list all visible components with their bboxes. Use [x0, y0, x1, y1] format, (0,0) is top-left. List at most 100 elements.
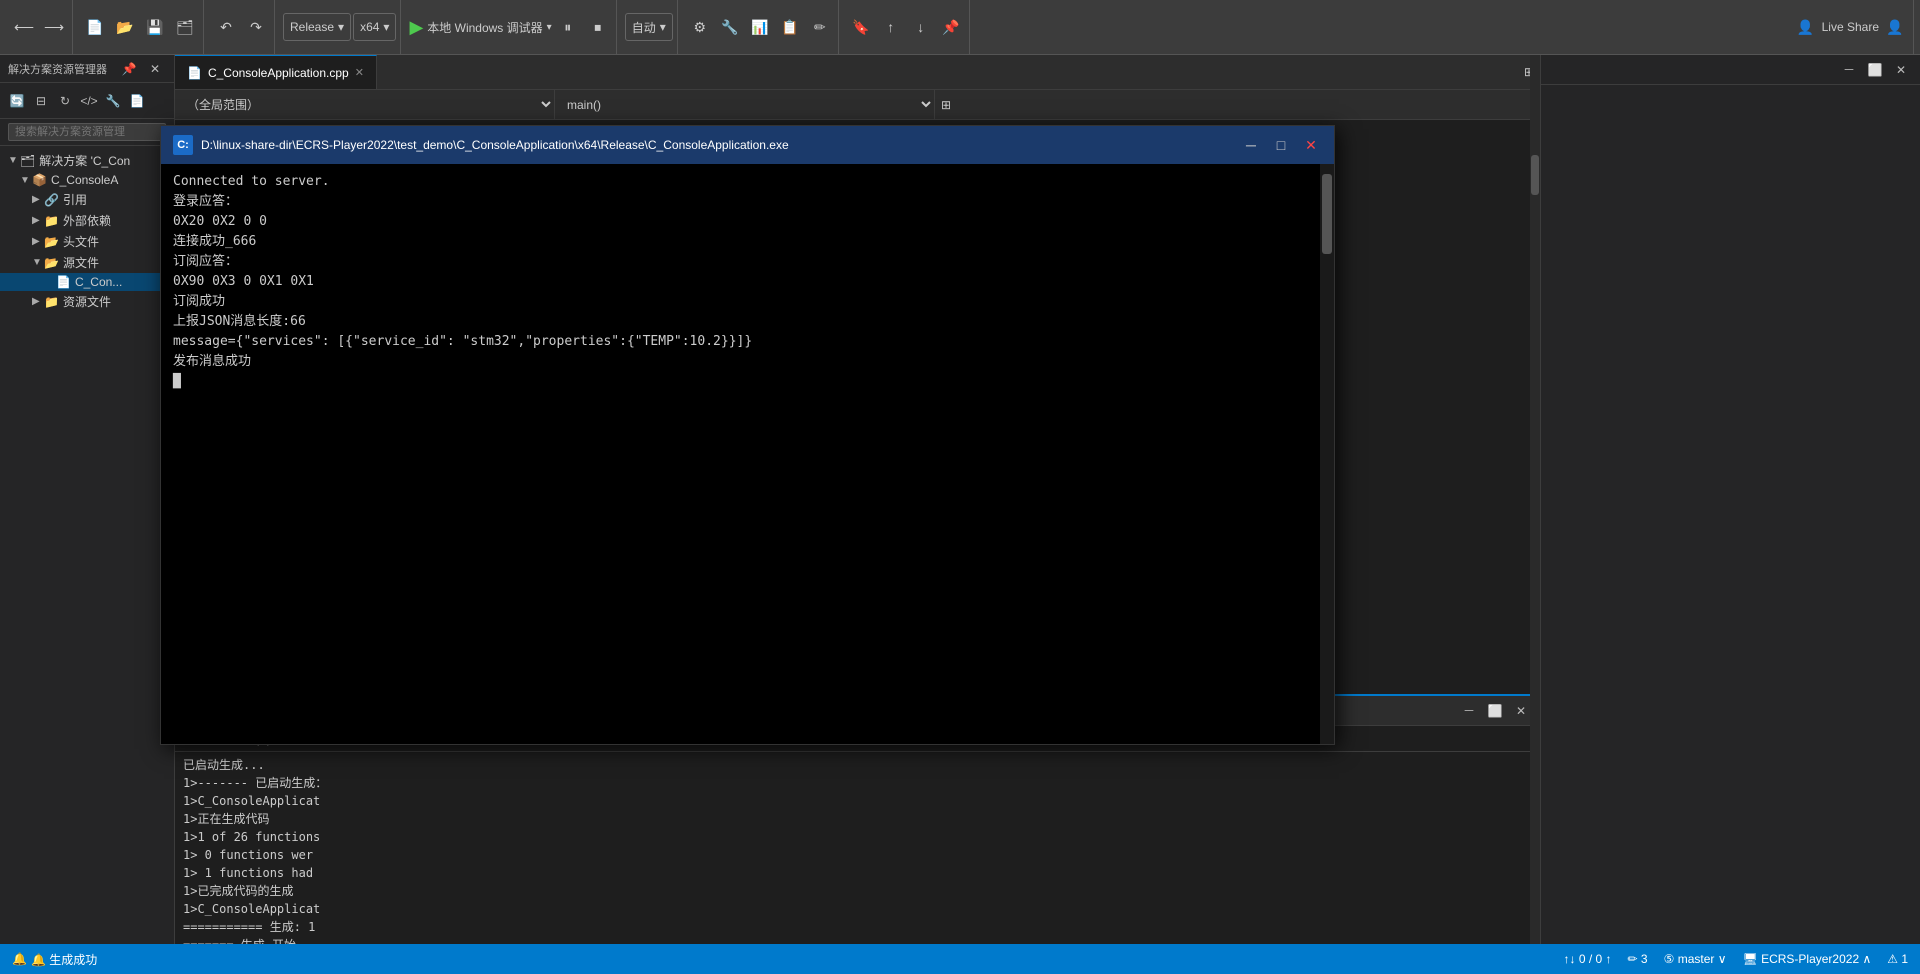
tools-btn-1[interactable]: ⚙: [686, 13, 714, 41]
redo-btn[interactable]: ↷: [242, 13, 270, 41]
sidebar-search-input[interactable]: [8, 123, 166, 141]
tree-item-resources[interactable]: ▶ 📁 资源文件: [0, 291, 174, 312]
tools-btn-5[interactable]: ✏: [806, 13, 834, 41]
warning-info[interactable]: ⚠ 1: [1887, 952, 1908, 966]
nav-bar: （全局范围） main() ⊞: [175, 90, 1540, 120]
tools-btn-2[interactable]: 🔧: [716, 13, 744, 41]
branch-info[interactable]: ⑤ master ∨: [1664, 952, 1727, 966]
tools-btn-4[interactable]: 📋: [776, 13, 804, 41]
back-btn[interactable]: ⟵: [10, 13, 38, 41]
console-title-bar: C: D:\linux-share-dir\ECRS-Player2022\te…: [173, 135, 789, 155]
misc-btn[interactable]: 📄: [126, 90, 148, 112]
liveshare-label: Live Share: [1822, 20, 1879, 34]
bookmark-btn-4[interactable]: 📌: [937, 13, 965, 41]
tree-item-cpp[interactable]: 📄 C_Con...: [0, 273, 174, 291]
run-pause-btn[interactable]: ⏸: [554, 13, 582, 41]
sync-btn[interactable]: 🔄: [6, 90, 28, 112]
branch-text: ⑤ master ∨: [1664, 952, 1727, 966]
run-icon: ▶: [409, 17, 423, 38]
user-btn[interactable]: 👤: [1881, 13, 1909, 41]
right-float-btn[interactable]: ⬜: [1864, 59, 1886, 81]
refs-label: 引用: [63, 191, 87, 208]
settings-btn[interactable]: 🔧: [102, 90, 124, 112]
stop-btn[interactable]: ⏹: [584, 13, 612, 41]
save-btn[interactable]: 💾: [141, 13, 169, 41]
console-restore-btn[interactable]: □: [1270, 134, 1292, 156]
right-close-btn[interactable]: ✕: [1890, 59, 1912, 81]
arrow-ext: ▶: [32, 215, 44, 226]
console-body: Connected to server. 登录应答： 0X20 0X2 0 0 …: [161, 164, 1334, 744]
right-minimize-btn[interactable]: －: [1838, 59, 1860, 81]
output-line-3: 1>C_ConsoleApplicat: [183, 792, 1532, 810]
console-line-6: 0X90 0X3 0 0X1 0X1: [173, 272, 1322, 292]
save-all-btn[interactable]: 🗂: [171, 13, 199, 41]
tab-cpp-file[interactable]: 📄 C_ConsoleApplication.cpp ✕: [175, 55, 377, 89]
console-line-9: message={"services": [{"service_id": "st…: [173, 332, 1322, 352]
tab-close-btn[interactable]: ✕: [355, 66, 364, 79]
tree-solution[interactable]: ▼ 🗂 解决方案 'C_Con: [0, 150, 174, 171]
output-minimize-btn[interactable]: －: [1458, 700, 1480, 722]
cursor-pos-text: ↑↓ 0 / 0 ↑: [1564, 952, 1612, 966]
tree-item-headers[interactable]: ▶ 📂 头文件: [0, 231, 174, 252]
auto-dropdown[interactable]: 自动 ▾: [625, 13, 673, 41]
error-count[interactable]: ✏ 3: [1628, 952, 1648, 966]
auto-label: 自动: [632, 19, 656, 36]
arrow-headers: ▶: [32, 236, 44, 247]
arch-dropdown[interactable]: x64 ▾: [353, 13, 396, 41]
sidebar-close-btn[interactable]: ✕: [144, 58, 166, 80]
repo-info[interactable]: 🖥 ECRS-Player2022 ∧: [1743, 952, 1872, 966]
open-btn[interactable]: 📂: [111, 13, 139, 41]
bookmark-btn-2[interactable]: ↑: [877, 13, 905, 41]
console-line-7: 订阅成功: [173, 292, 1322, 312]
run-btn[interactable]: ▶ 本地 Windows 调试器 ▾: [409, 17, 551, 38]
status-bar: 🔔 🔔 生成成功 ↑↓ 0 / 0 ↑ ✏ 3 ⑤ master ∨ 🖥 ECR…: [0, 944, 1920, 974]
collapse-btn[interactable]: ⊟: [30, 90, 52, 112]
right-panel: － ⬜ ✕: [1540, 55, 1920, 944]
tree-project[interactable]: ▼ 📦 C_ConsoleA: [0, 171, 174, 189]
output-line-10: =========== 生成: 1: [183, 918, 1532, 936]
warning-text: ⚠ 1: [1887, 952, 1908, 966]
tools-group: ⚙ 🔧 📊 📋 ✏: [682, 0, 839, 54]
build-status: 🔔 🔔 生成成功: [12, 951, 97, 968]
bookmark-btn-1[interactable]: 🔖: [847, 13, 875, 41]
output-line-9: 1>C_ConsoleApplicat: [183, 900, 1532, 918]
function-select[interactable]: main(): [555, 90, 935, 119]
output-line-4: 1>正在生成代码: [183, 810, 1532, 828]
console-app-icon: C:: [173, 135, 193, 155]
console-cursor-line: █: [173, 372, 1322, 392]
debug-group: 自动 ▾: [621, 0, 678, 54]
code-view-btn[interactable]: </>: [78, 90, 100, 112]
bookmark-group: 🔖 ↑ ↓ 📌: [843, 0, 970, 54]
share-icon[interactable]: 👤: [1792, 13, 1820, 41]
output-float-btn[interactable]: ⬜: [1484, 700, 1506, 722]
console-scrollbar[interactable]: [1320, 164, 1334, 744]
tree-item-sources[interactable]: ▼ 📂 源文件: [0, 252, 174, 273]
release-dropdown[interactable]: Release ▾: [283, 13, 351, 41]
scope-select[interactable]: （全局范围）: [175, 90, 555, 119]
console-controls: ─ □ ✕: [1240, 134, 1322, 156]
output-content[interactable]: 已启动生成... 1>------- 已启动生成： 1>C_ConsoleApp…: [175, 752, 1540, 944]
build-status-icon: 🔔: [12, 952, 27, 966]
right-scrollbar-thumb: [1531, 155, 1539, 195]
output-line-5: 1>1 of 26 functions: [183, 828, 1532, 846]
undo-btn[interactable]: ↶: [212, 13, 240, 41]
cursor-position[interactable]: ↑↓ 0 / 0 ↑: [1564, 952, 1612, 966]
console-close-btn[interactable]: ✕: [1300, 134, 1322, 156]
tree-item-ext[interactable]: ▶ 📁 外部依赖: [0, 210, 174, 231]
refresh-btn[interactable]: ↻: [54, 90, 76, 112]
project-label: C_ConsoleA: [51, 173, 118, 187]
forward-btn[interactable]: ⟶: [40, 13, 68, 41]
tools-btn-3[interactable]: 📊: [746, 13, 774, 41]
tree-item-refs[interactable]: ▶ 🔗 引用: [0, 189, 174, 210]
error-count-text: ✏ 3: [1628, 952, 1648, 966]
arch-arrow: ▾: [383, 20, 389, 34]
right-scrollbar[interactable]: [1530, 55, 1540, 944]
arrow-sources: ▼: [32, 257, 44, 268]
add-btn[interactable]: ⊞: [935, 94, 957, 116]
console-minimize-btn[interactable]: ─: [1240, 134, 1262, 156]
output-close-btn[interactable]: ✕: [1510, 700, 1532, 722]
sidebar-pin-btn[interactable]: 📌: [118, 58, 140, 80]
bookmark-btn-3[interactable]: ↓: [907, 13, 935, 41]
new-file-btn[interactable]: 📄: [81, 13, 109, 41]
run-group: ▶ 本地 Windows 调试器 ▾ ⏸ ⏹: [405, 0, 616, 54]
